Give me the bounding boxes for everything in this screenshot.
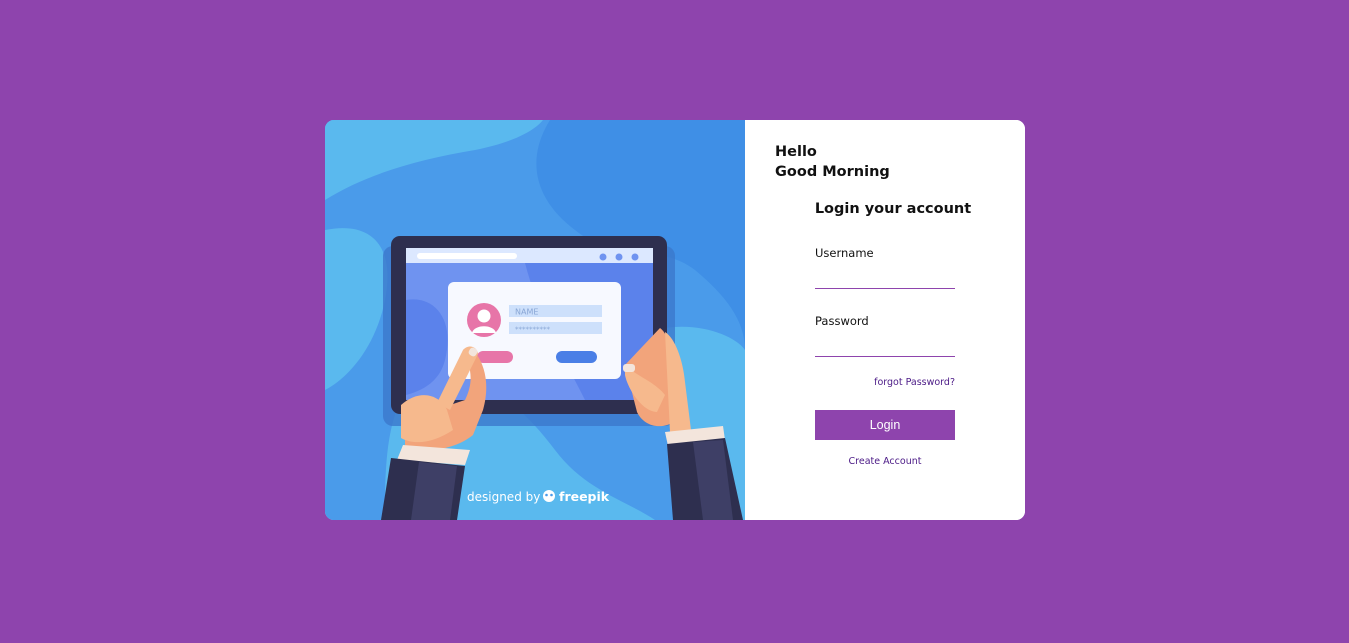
credit-prefix-text: designed by <box>467 490 540 504</box>
username-input[interactable] <box>815 268 955 289</box>
create-account-link[interactable]: Create Account <box>815 456 955 467</box>
form-title: Login your account <box>814 201 972 217</box>
password-input[interactable] <box>815 336 955 357</box>
greeting: Hello Good Morning <box>775 142 890 182</box>
forgot-password-link[interactable]: forgot Password? <box>874 377 955 388</box>
credit-brand-text: freepik <box>559 489 610 504</box>
login-panel: Hello Good Morning Login your account Us… <box>745 120 1025 520</box>
login-button[interactable]: Login <box>815 410 955 440</box>
tablet-login-illustration: NAME ********** designed by freepik <box>325 120 745 520</box>
freepik-logo-icon <box>543 490 555 502</box>
username-label: Username <box>815 246 874 260</box>
login-illustration: NAME ********** designed by freepik <box>325 120 745 520</box>
greeting-line-good-morning: Good Morning <box>775 164 890 180</box>
password-label: Password <box>815 314 869 328</box>
illustration-password-field-text: ********** <box>515 326 551 334</box>
login-card: NAME ********** designed by freepik Hell… <box>325 120 1025 520</box>
greeting-line-hello: Hello <box>775 144 817 160</box>
illustration-name-field-text: NAME <box>515 308 538 317</box>
